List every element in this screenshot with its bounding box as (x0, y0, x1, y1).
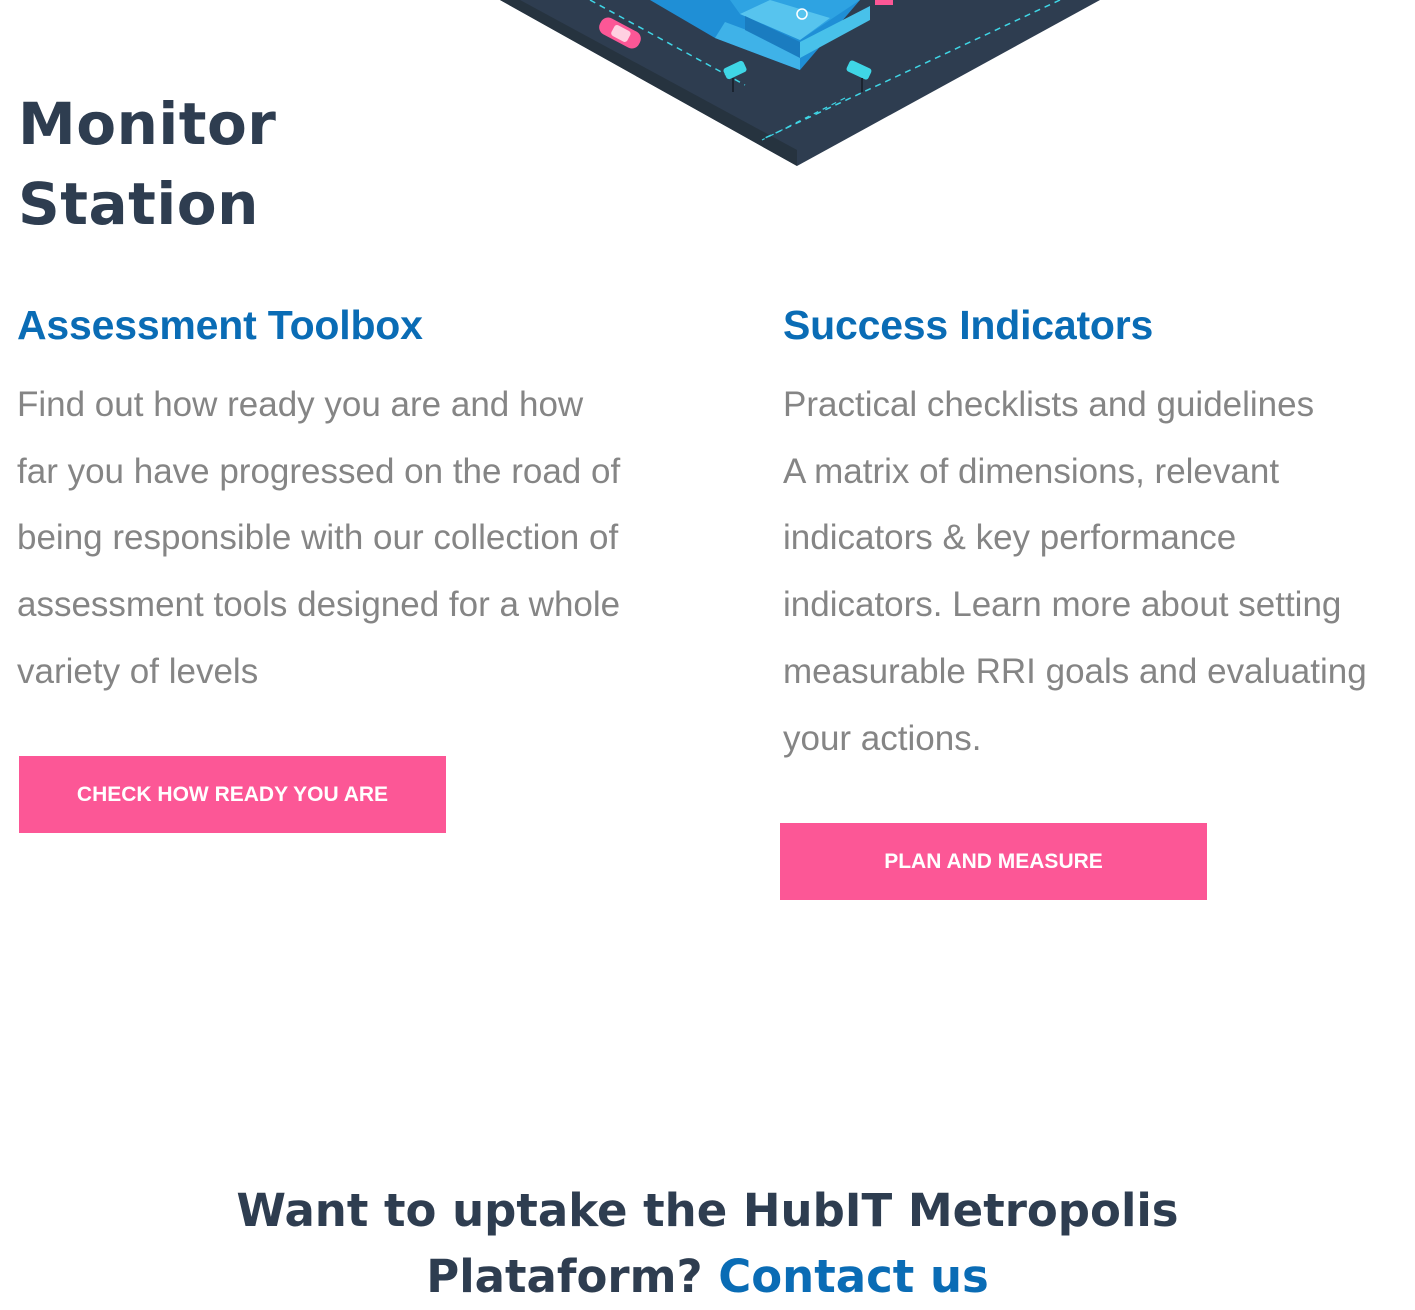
page-title: Monitor Station (18, 84, 276, 244)
city-illustration (500, 0, 1100, 166)
description-line: Find out how ready you are and how (17, 385, 584, 424)
success-indicators-description: Practical checklists and guidelines A ma… (783, 372, 1415, 772)
plan-and-measure-button[interactable]: PLAN AND MEASURE (780, 823, 1207, 900)
check-how-ready-button[interactable]: CHECK HOW READY YOU ARE (19, 756, 446, 833)
contact-cta: Want to uptake the HubIT Metropolis Plat… (0, 1178, 1415, 1310)
description-line: your actions. (783, 718, 982, 758)
contact-cta-line1: Want to uptake the HubIT Metropolis (236, 1184, 1179, 1237)
contact-us-link[interactable]: Contact us (718, 1250, 989, 1303)
description-line: indicators. Learn more about setting (783, 585, 1342, 625)
success-indicators-section: Success Indicators Practical checklists … (783, 300, 1415, 772)
description-line: Practical checklists and guidelines (783, 385, 1315, 424)
description-line: far you have progressed on the road of (17, 451, 621, 491)
description-line: assessment tools designed for a whole (17, 585, 621, 625)
description-line: being responsible with our collection of (17, 518, 619, 558)
description-line: indicators & key performance (783, 518, 1237, 558)
page-title-line2: Station (18, 170, 259, 238)
assessment-toolbox-heading: Assessment Toolbox (17, 302, 423, 348)
description-line: measurable RRI goals and evaluating (783, 651, 1367, 691)
description-line: variety of levels (17, 651, 259, 691)
page-title-line1: Monitor (18, 90, 277, 158)
success-indicators-heading: Success Indicators (783, 302, 1154, 348)
contact-cta-line2: Plataform? (426, 1250, 703, 1303)
assessment-toolbox-description: Find out how ready you are and how far y… (17, 372, 697, 706)
description-line: A matrix of dimensions, relevant (783, 451, 1280, 491)
assessment-toolbox-section: Assessment Toolbox Find out how ready yo… (17, 300, 697, 706)
